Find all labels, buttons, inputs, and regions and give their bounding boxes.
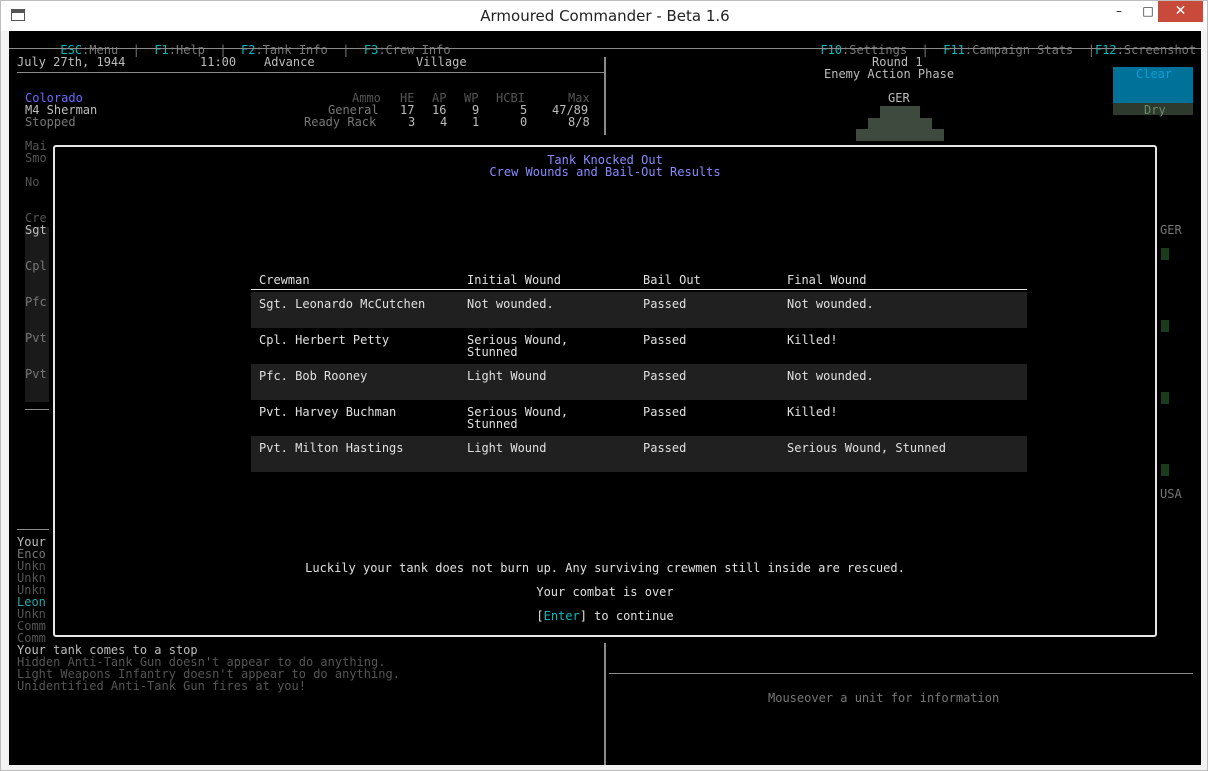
initial-wound: Light Wound — [467, 369, 547, 383]
initial-wound-line2: Stunned — [467, 345, 518, 359]
info-divider — [609, 673, 1193, 674]
crew-divider — [25, 409, 49, 410]
header-initial-wound: Initial Wound — [467, 273, 561, 287]
tank-knocked-out-dialog: Tank Knocked Out Crew Wounds and Bail-Ou… — [53, 145, 1157, 637]
menu-key-tank-info[interactable]: F2 — [241, 43, 255, 57]
menu-key-crew-info[interactable]: F3 — [364, 43, 378, 57]
ger-hex-top — [880, 106, 920, 118]
bail-out-result: Passed — [643, 297, 687, 311]
header-final-wound: Final Wound — [787, 273, 867, 287]
initial-wound: Not wounded. — [467, 297, 554, 311]
menu-key-campaign-stats[interactable]: F11 — [943, 43, 965, 57]
ammo-row-ready-hcbi: 0 — [520, 115, 528, 129]
ger-hex-bot — [856, 129, 944, 141]
close-button[interactable]: ✕ — [1158, 1, 1203, 22]
final-wound: Killed! — [787, 405, 838, 419]
final-wound: Killed! — [787, 333, 838, 347]
table-row — [251, 364, 1027, 400]
no-fragment: No — [25, 175, 40, 189]
menu-label-screenshot[interactable]: :Screenshot — [1117, 43, 1196, 57]
bail-out-result: Passed — [643, 333, 687, 347]
tank-state: Stopped — [25, 115, 76, 129]
weather-ground-label: Dry — [1144, 103, 1166, 117]
dialog-subtitle: Crew Wounds and Bail-Out Results — [489, 165, 721, 179]
title-bar[interactable]: Armoured Commander - Beta 1.6 – □ ✕ — [1, 1, 1207, 31]
crew-pfc-fragment: Pfc — [25, 295, 47, 309]
phase-label: Enemy Action Phase — [824, 67, 955, 81]
ammo-row-ready-ap: 4 — [440, 115, 448, 129]
crew-name: Cpl. Herbert Petty — [259, 333, 390, 347]
map-marker-3 — [1161, 392, 1169, 404]
initial-wound: Light Wound — [467, 441, 547, 455]
map-marker-1 — [1161, 248, 1169, 260]
info-panel-text: Mouseover a unit for information — [768, 691, 1000, 705]
ammo-row-ready-max: 8/8 — [568, 115, 590, 129]
usa-label: USA — [1160, 487, 1182, 501]
menu-key-settings[interactable]: F10 — [820, 43, 842, 57]
terrain-label: Village — [416, 55, 467, 69]
final-wound: Not wounded. — [787, 297, 874, 311]
header-crewman: Crewman — [259, 273, 310, 287]
ammo-row-ready-label: Ready Rack — [304, 115, 377, 129]
menu-divider — [9, 48, 1201, 49]
bail-out-result: Passed — [643, 405, 687, 419]
combat-over-message: Your combat is over — [536, 585, 674, 599]
smoke-fragment: Smo — [25, 151, 47, 165]
header-divider — [251, 289, 1027, 290]
ger-label-top: GER — [888, 91, 910, 105]
weather-sky-label: Clear — [1136, 67, 1173, 81]
ammo-row-ready-he: 3 — [408, 115, 416, 129]
mission-label: Advance — [264, 55, 315, 69]
initial-wound-line2: Stunned — [467, 417, 518, 431]
ger-label-side: GER — [1160, 223, 1182, 237]
ger-hex-mid — [868, 118, 932, 129]
crew-pvt1-fragment: Pvt — [25, 331, 47, 345]
crew-pvt2-fragment: Pvt — [25, 367, 47, 381]
bail-out-result: Passed — [643, 441, 687, 455]
crew-name: Sgt. Leonardo McCutchen — [259, 297, 426, 311]
outcome-message: Luckily your tank does not burn up. Any … — [305, 561, 905, 575]
crew-sgt-fragment: Sgt — [25, 223, 47, 237]
status-divider — [17, 72, 605, 73]
date-label: July 27th, 1944 — [17, 55, 126, 69]
enter-key[interactable]: Enter — [544, 609, 580, 623]
crew-name: Pvt. Milton Hastings — [259, 441, 404, 455]
map-marker-4 — [1161, 464, 1169, 476]
continue-prompt[interactable]: [Enter] to continue — [55, 610, 1155, 622]
panel-divider-top — [604, 57, 606, 135]
header-bail-out: Bail Out — [643, 273, 701, 287]
panel-divider-bottom — [604, 643, 606, 765]
final-wound: Serious Wound, Stunned — [787, 441, 946, 455]
menu-bar-right: F10:Settings | F11:Campaign Stats |F12:S… — [820, 43, 1197, 57]
message-3: Unidentified Anti-Tank Gun fires at you! — [17, 679, 306, 693]
ammo-row-ready-wp: 1 — [472, 115, 480, 129]
app-window: Armoured Commander - Beta 1.6 – □ ✕ ESC:… — [0, 0, 1208, 771]
final-wound: Not wounded. — [787, 369, 874, 383]
crew-name: Pfc. Bob Rooney — [259, 369, 368, 383]
menu-label-campaign-stats[interactable]: :Campaign Stats — [965, 43, 1073, 57]
menu-key-help[interactable]: F1 — [154, 43, 168, 57]
game-screen: ESC:Menu | F1:Help | F2:Tank Info | F3:C… — [9, 31, 1201, 765]
window-title: Armoured Commander - Beta 1.6 — [480, 7, 730, 25]
crew-cpl-fragment: Cpl — [25, 259, 47, 273]
bail-out-result: Passed — [643, 369, 687, 383]
log-divider — [17, 529, 49, 530]
time-label: 11:00 — [200, 55, 237, 69]
map-marker-2 — [1161, 320, 1169, 332]
crew-name: Pvt. Harvey Buchman — [259, 405, 397, 419]
menu-key-screenshot[interactable]: F12 — [1095, 43, 1117, 57]
